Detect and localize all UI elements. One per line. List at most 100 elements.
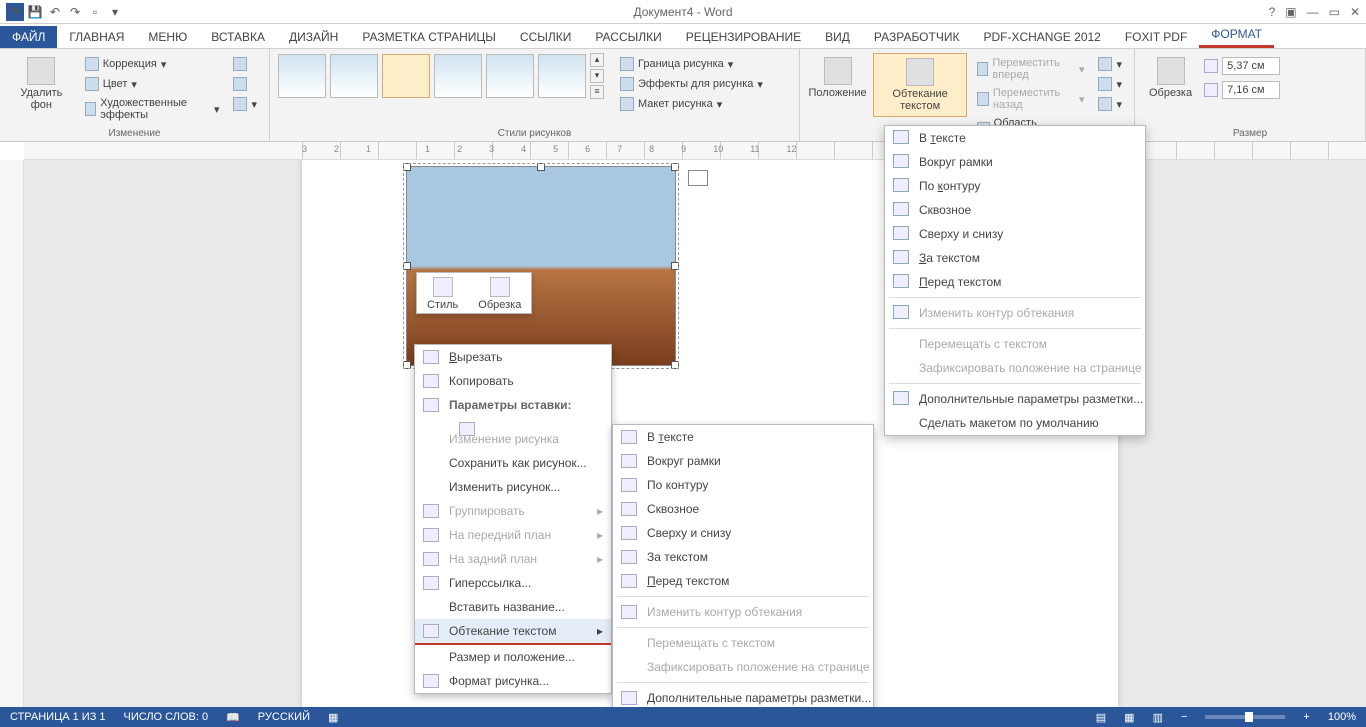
horizontal-ruler[interactable]: 321123456789101112 <box>24 142 1366 160</box>
wrap-top-bottom[interactable]: Сверху и снизу <box>613 521 873 545</box>
tab-review[interactable]: РЕЦЕНЗИРОВАНИЕ <box>674 26 813 48</box>
align-icon[interactable]: ▾ <box>1094 55 1126 73</box>
height-input[interactable]: 5,37 см <box>1222 57 1280 75</box>
send-backward-button[interactable]: Переместить назад ▾ <box>973 85 1088 113</box>
tab-foxit[interactable]: Foxit PDF <box>1113 26 1199 48</box>
ctx-wrap-text[interactable]: Обтекание текстом▸ <box>415 619 611 645</box>
color-button[interactable]: Цвет ▾ <box>81 75 224 93</box>
crop-button[interactable]: Обрезка <box>1143 53 1198 103</box>
ctx-cut[interactable]: Вырезать <box>415 345 611 369</box>
zoom-level[interactable]: 100% <box>1328 711 1356 723</box>
rotate-icon[interactable]: ▾ <box>1094 95 1126 113</box>
restore-icon[interactable]: ▭ <box>1329 5 1340 19</box>
dd-wrap-more-options[interactable]: Дополнительные параметры разметки... <box>885 387 1145 411</box>
zoom-out-icon[interactable]: − <box>1181 711 1187 723</box>
tab-mailings[interactable]: РАССЫЛКИ <box>583 26 673 48</box>
selected-picture[interactable] <box>406 166 676 366</box>
gallery-down-icon[interactable]: ▾ <box>590 69 604 83</box>
dd-wrap-through[interactable]: Сквозное <box>885 198 1145 222</box>
tab-view[interactable]: ВИД <box>813 26 862 48</box>
change-picture-icon[interactable] <box>229 75 261 93</box>
picture-effects-button[interactable]: Эффекты для рисунка ▾ <box>616 75 767 93</box>
zoom-in-icon[interactable]: + <box>1303 711 1309 723</box>
ctx-format-picture[interactable]: Формат рисунка... <box>415 669 611 693</box>
ctx-insert-caption[interactable]: Вставить название... <box>415 595 611 619</box>
style-thumb[interactable] <box>486 54 534 98</box>
dd-wrap-square[interactable]: Вокруг рамки <box>885 150 1145 174</box>
position-button[interactable]: Положение <box>808 53 867 103</box>
dd-wrap-set-default[interactable]: Сделать макетом по умолчанию <box>885 411 1145 435</box>
view-read-icon[interactable]: ▤ <box>1096 711 1106 724</box>
tab-menu[interactable]: Меню <box>136 26 199 48</box>
wrap-text-button[interactable]: Обтекание текстом <box>873 53 967 117</box>
style-thumb[interactable] <box>330 54 378 98</box>
dd-wrap-behind[interactable]: За текстом <box>885 246 1145 270</box>
ctx-save-as-picture[interactable]: Сохранить как рисунок... <box>415 451 611 475</box>
style-thumb[interactable] <box>382 54 430 98</box>
wrap-behind[interactable]: За текстом <box>613 545 873 569</box>
tab-design[interactable]: ДИЗАЙН <box>277 26 350 48</box>
new-icon[interactable]: ▫ <box>86 3 104 21</box>
undo-icon[interactable]: ↶ <box>46 3 64 21</box>
wrap-square[interactable]: Вокруг рамки <box>613 449 873 473</box>
group-icon[interactable]: ▾ <box>1094 75 1126 93</box>
picture-border-button[interactable]: Граница рисунка ▾ <box>616 55 767 73</box>
status-page[interactable]: СТРАНИЦА 1 ИЗ 1 <box>10 711 106 723</box>
dd-wrap-top-bottom[interactable]: Сверху и снизу <box>885 222 1145 246</box>
compress-icon[interactable] <box>229 55 261 73</box>
status-language[interactable]: РУССКИЙ <box>258 711 310 723</box>
artistic-effects-button[interactable]: Художественные эффекты ▾ <box>81 95 224 123</box>
close-icon[interactable]: ✕ <box>1350 5 1360 19</box>
picture-style-gallery[interactable]: ▴ ▾ ≡ <box>278 53 604 99</box>
tab-references[interactable]: ССЫЛКИ <box>508 26 583 48</box>
ctx-paste-option-1[interactable] <box>415 417 611 427</box>
dd-wrap-inline[interactable]: В тексте <box>885 126 1145 150</box>
picture-layout-button[interactable]: Макет рисунка ▾ <box>616 95 767 113</box>
help-icon[interactable]: ? <box>1269 5 1276 19</box>
gallery-up-icon[interactable]: ▴ <box>590 53 604 67</box>
minimize-icon[interactable]: ― <box>1307 5 1319 19</box>
wrap-more-options[interactable]: Дополнительные параметры разметки... <box>613 686 873 707</box>
gallery-more-icon[interactable]: ≡ <box>590 85 604 99</box>
tab-pdfxchange[interactable]: PDF-XCHANGE 2012 <box>971 26 1112 48</box>
ctx-copy[interactable]: Копировать <box>415 369 611 393</box>
ribbon-display-icon[interactable]: ▣ <box>1285 5 1296 19</box>
width-input[interactable]: 7,16 см <box>1222 81 1280 99</box>
layout-options-icon[interactable] <box>688 170 708 186</box>
tab-insert[interactable]: ВСТАВКА <box>199 26 277 48</box>
vertical-ruler[interactable] <box>0 160 24 707</box>
zoom-slider[interactable] <box>1205 715 1285 719</box>
tab-format[interactable]: ФОРМАТ <box>1199 23 1274 48</box>
document-area[interactable]: Стиль Обрезка Вырезать Копировать Параме… <box>24 160 1366 707</box>
tab-layout[interactable]: РАЗМЕТКА СТРАНИЦЫ <box>350 26 508 48</box>
qat-more-icon[interactable]: ▾ <box>106 3 124 21</box>
dd-wrap-tight[interactable]: По контуру <box>885 174 1145 198</box>
ctx-edit-picture[interactable]: Изменить рисунок... <box>415 475 611 499</box>
style-thumb[interactable] <box>538 54 586 98</box>
tab-home[interactable]: ГЛАВНАЯ <box>57 26 136 48</box>
status-proofing-icon[interactable]: 📖 <box>226 711 240 724</box>
mini-style-button[interactable]: Стиль <box>417 273 468 313</box>
redo-icon[interactable]: ↷ <box>66 3 84 21</box>
dd-wrap-front[interactable]: Перед текстом <box>885 270 1145 294</box>
save-icon[interactable]: 💾 <box>26 3 44 21</box>
tab-developer[interactable]: РАЗРАБОТЧИК <box>862 26 972 48</box>
corrections-button[interactable]: Коррекция ▾ <box>81 55 224 73</box>
wrap-inline[interactable]: В тексте <box>613 425 873 449</box>
view-print-icon[interactable]: ▦ <box>1124 711 1134 724</box>
wrap-front[interactable]: Перед текстом <box>613 569 873 593</box>
status-macro-icon[interactable]: ▦ <box>328 711 338 724</box>
remove-background-button[interactable]: Удалить фон <box>8 53 75 115</box>
reset-picture-icon[interactable]: ▾ <box>229 95 261 113</box>
bring-forward-button[interactable]: Переместить вперед ▾ <box>973 55 1088 83</box>
tab-file[interactable]: ФАЙЛ <box>0 26 57 48</box>
ctx-size-position[interactable]: Размер и положение... <box>415 645 611 669</box>
style-thumb[interactable] <box>434 54 482 98</box>
status-word-count[interactable]: ЧИСЛО СЛОВ: 0 <box>124 711 209 723</box>
ctx-hyperlink[interactable]: Гиперссылка... <box>415 571 611 595</box>
wrap-tight[interactable]: По контуру <box>613 473 873 497</box>
view-web-icon[interactable]: ▥ <box>1153 711 1163 724</box>
mini-crop-button[interactable]: Обрезка <box>468 273 531 313</box>
style-thumb[interactable] <box>278 54 326 98</box>
wrap-through[interactable]: Сквозное <box>613 497 873 521</box>
